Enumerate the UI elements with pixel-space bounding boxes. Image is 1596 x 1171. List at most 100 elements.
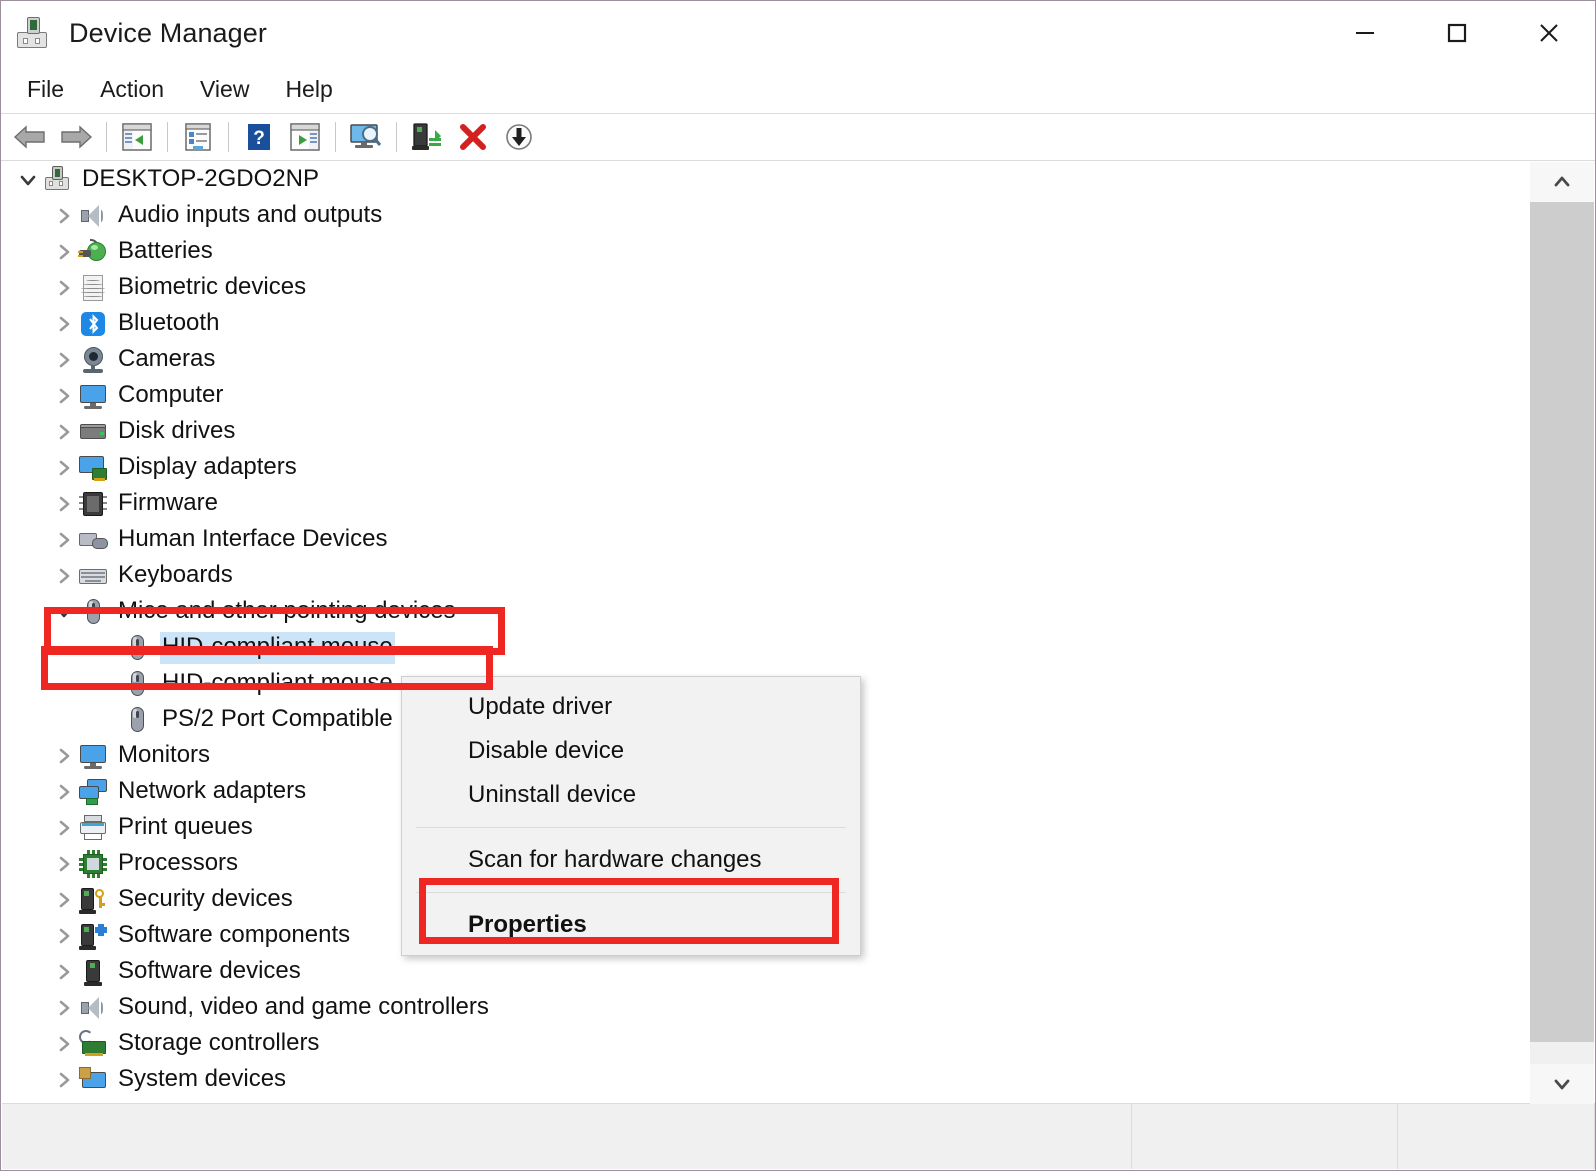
context-menu-item-scan-for-hardware-changes[interactable]: Scan for hardware changes [402, 838, 860, 882]
context-menu-item-disable-device[interactable]: Disable device [402, 729, 860, 773]
tree-item-label: Computer [116, 380, 225, 412]
chevron-right-icon[interactable] [50, 1026, 78, 1062]
mouse-icon [122, 705, 152, 735]
tree-item-label: Print queues [116, 812, 255, 844]
chevron-right-icon[interactable] [50, 306, 78, 342]
chevron-right-icon[interactable] [50, 522, 78, 558]
chevron-right-icon[interactable] [50, 954, 78, 990]
update-driver-icon[interactable] [404, 116, 450, 158]
tree-item-firmware[interactable]: Firmware [2, 486, 1530, 522]
tree-item-label: Mice and other pointing devices [116, 596, 458, 628]
tree-root-row[interactable]: DESKTOP-2GDO2NP [2, 162, 1530, 198]
security-device-icon [78, 885, 108, 915]
chevron-right-icon[interactable] [50, 558, 78, 594]
tree-item-bluetooth[interactable]: Bluetooth [2, 306, 1530, 342]
back-arrow-icon[interactable] [7, 116, 53, 158]
tree-item-storage-controllers[interactable]: Storage controllers [2, 1026, 1530, 1062]
tree-item-hid-compliant-mouse-selected[interactable]: HID-compliant mouse [2, 630, 1530, 666]
menu-help[interactable]: Help [267, 72, 350, 107]
menu-file[interactable]: File [9, 72, 82, 107]
tree-item-label: Storage controllers [116, 1028, 321, 1060]
chevron-right-icon[interactable] [50, 918, 78, 954]
uninstall-device-icon[interactable] [450, 116, 496, 158]
forward-arrow-icon[interactable] [53, 116, 99, 158]
monitor-icon [78, 741, 108, 771]
disable-device-icon[interactable] [496, 116, 542, 158]
tree-item-label: Bluetooth [116, 308, 221, 340]
context-menu[interactable]: Update driver Disable device Uninstall d… [401, 676, 861, 956]
show-hide-console-tree-icon[interactable] [114, 116, 160, 158]
chevron-right-icon[interactable] [50, 198, 78, 234]
tree-item-computer[interactable]: Computer [2, 378, 1530, 414]
tree-item-label: System devices [116, 1064, 288, 1096]
monitor-icon [78, 381, 108, 411]
tree-item-label: HID-compliant mouse [160, 632, 395, 664]
show-hide-action-pane-icon[interactable] [282, 116, 328, 158]
chevron-right-icon[interactable] [50, 774, 78, 810]
device-tree[interactable]: DESKTOP-2GDO2NP Audio inputs and outputs… [2, 162, 1530, 1104]
help-icon[interactable]: ? [236, 116, 282, 158]
tree-item-label: Biometric devices [116, 272, 308, 304]
chevron-right-icon[interactable] [50, 1062, 78, 1098]
maximize-button[interactable] [1411, 1, 1503, 65]
context-menu-item-uninstall-device[interactable]: Uninstall device [402, 773, 860, 817]
chevron-right-icon[interactable] [50, 234, 78, 270]
chevron-right-icon[interactable] [50, 738, 78, 774]
tree-item-human-interface-devices[interactable]: Human Interface Devices [2, 522, 1530, 558]
tree-item-mice-and-other-pointing-devices[interactable]: Mice and other pointing devices [2, 594, 1530, 630]
chevron-right-icon[interactable] [50, 846, 78, 882]
device-manager-window: Device Manager File Action View Help [0, 0, 1596, 1171]
chevron-down-icon[interactable] [50, 594, 78, 630]
tree-item-cameras[interactable]: Cameras [2, 342, 1530, 378]
tree-item-audio-inputs-and-outputs[interactable]: Audio inputs and outputs [2, 198, 1530, 234]
device-manager-icon [15, 14, 53, 52]
scroll-down-button[interactable] [1530, 1064, 1594, 1104]
properties-icon[interactable] [175, 116, 221, 158]
toolbar-separator [396, 122, 397, 152]
context-menu-separator [416, 892, 846, 893]
tree-item-software-devices[interactable]: Software devices [2, 954, 1530, 990]
chevron-right-icon[interactable] [50, 810, 78, 846]
vertical-scrollbar[interactable] [1530, 162, 1594, 1104]
speaker-icon [78, 201, 108, 231]
tree-item-keyboards[interactable]: Keyboards [2, 558, 1530, 594]
tree-item-label: Software components [116, 920, 352, 952]
disk-icon [78, 417, 108, 447]
chevron-right-icon[interactable] [50, 414, 78, 450]
tree-item-label: Human Interface Devices [116, 524, 389, 556]
software-component-icon [78, 921, 108, 951]
scrollbar-thumb[interactable] [1530, 202, 1594, 1042]
tree-item-label: Firmware [116, 488, 220, 520]
menu-view[interactable]: View [182, 72, 267, 107]
keyboard-icon [78, 561, 108, 591]
status-bar-cell-3 [1398, 1104, 1595, 1169]
svg-text:?: ? [253, 128, 265, 149]
toolbar-separator [106, 122, 107, 152]
tree-item-label: Keyboards [116, 560, 235, 592]
toolbar-separator [335, 122, 336, 152]
scrollbar-track[interactable] [1530, 202, 1594, 1064]
tree-item-biometric-devices[interactable]: Biometric devices [2, 270, 1530, 306]
minimize-button[interactable] [1319, 1, 1411, 65]
chevron-right-icon[interactable] [50, 882, 78, 918]
tree-item-label: Cameras [116, 344, 217, 376]
chevron-right-icon[interactable] [50, 270, 78, 306]
tree-item-system-devices[interactable]: System devices [2, 1062, 1530, 1098]
tree-item-display-adapters[interactable]: Display adapters [2, 450, 1530, 486]
chevron-right-icon[interactable] [50, 342, 78, 378]
status-bar-cell-1 [2, 1104, 1132, 1169]
close-button[interactable] [1503, 1, 1595, 65]
tree-item-disk-drives[interactable]: Disk drives [2, 414, 1530, 450]
context-menu-item-properties[interactable]: Properties [402, 903, 860, 947]
menu-action[interactable]: Action [82, 72, 182, 107]
scroll-up-button[interactable] [1530, 162, 1594, 202]
chevron-down-icon[interactable] [14, 162, 42, 198]
chevron-right-icon[interactable] [50, 990, 78, 1026]
scan-for-hardware-changes-icon[interactable] [343, 116, 389, 158]
chevron-right-icon[interactable] [50, 378, 78, 414]
context-menu-item-update-driver[interactable]: Update driver [402, 685, 860, 729]
tree-item-batteries[interactable]: Batteries [2, 234, 1530, 270]
tree-item-sound-video-and-game-controllers[interactable]: Sound, video and game controllers [2, 990, 1530, 1026]
chevron-right-icon[interactable] [50, 486, 78, 522]
chevron-right-icon[interactable] [50, 450, 78, 486]
